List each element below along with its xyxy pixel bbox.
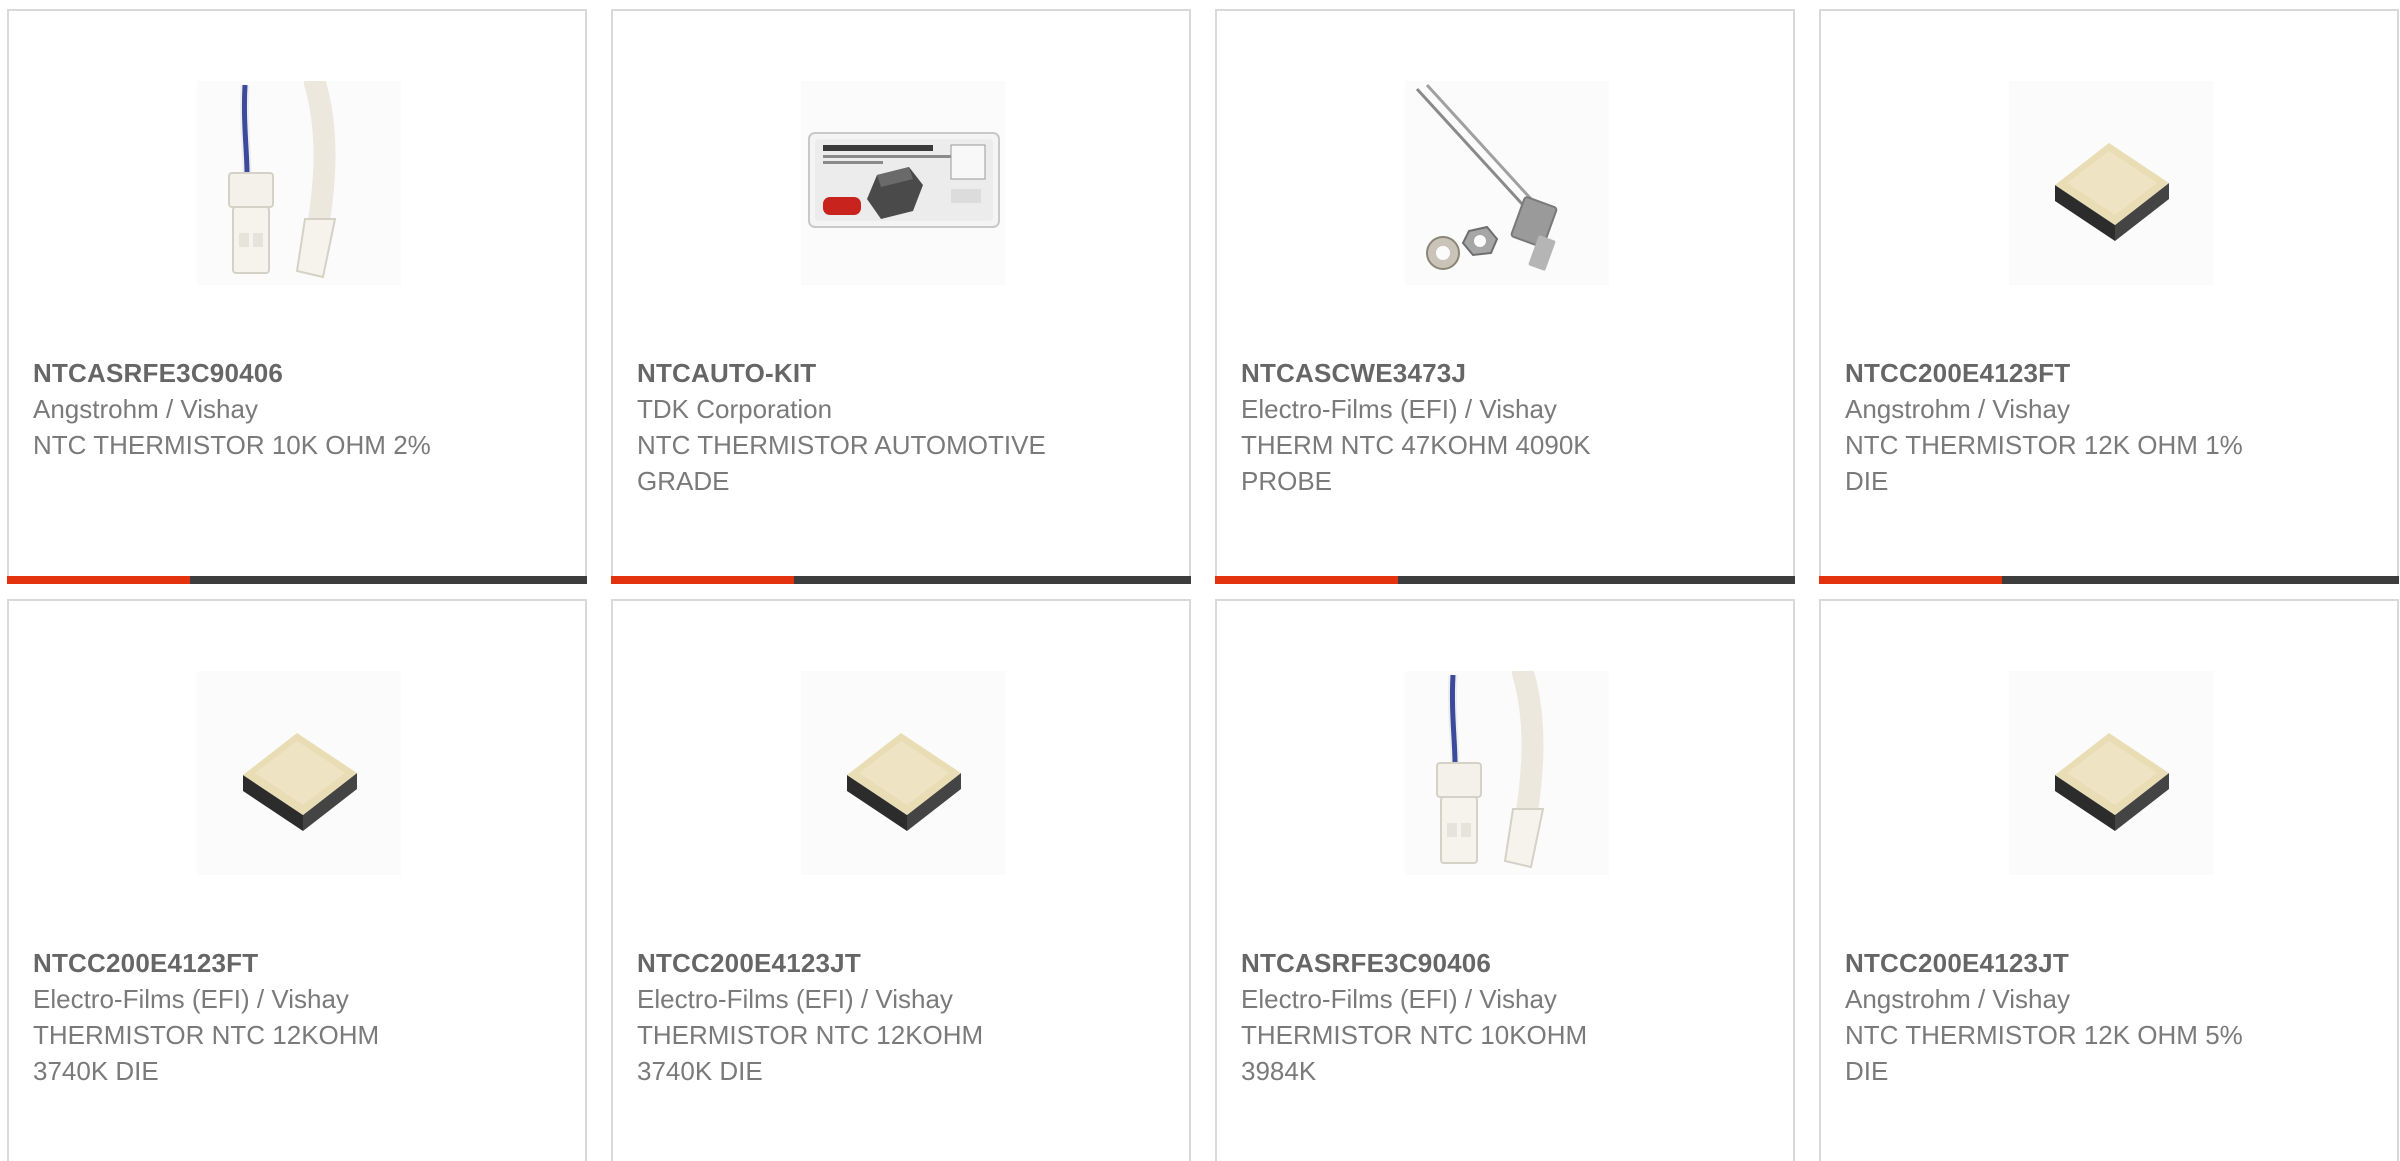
manufacturer: Angstrohm / Vishay [1845, 394, 2070, 424]
part-number[interactable]: NTCC200E4123FT [1845, 355, 2377, 391]
product-description: NTC THERMISTOR 10K OHM 2% [33, 430, 431, 460]
product-description: THERMISTOR NTC 10KOHM 3984K [1241, 1020, 1588, 1086]
product-card[interactable]: NTCC200E4123JT Electro-Films (EFI) / Vis… [611, 599, 1191, 1161]
product-image[interactable] [801, 81, 1005, 285]
manufacturer: Angstrohm / Vishay [1845, 984, 2070, 1014]
die-chip-image [2055, 733, 2169, 831]
card-bottom-bar [1215, 576, 1795, 584]
product-image[interactable] [1405, 671, 1609, 875]
product-description: THERM NTC 47KOHM 4090K PROBE [1241, 430, 1591, 496]
card-accent-bar [1215, 576, 1398, 584]
card-bottom-bar [7, 576, 587, 584]
part-number[interactable]: NTCAUTO-KIT [637, 355, 1169, 391]
part-number[interactable]: NTCC200E4123JT [1845, 945, 2377, 981]
manufacturer: Angstrohm / Vishay [33, 394, 258, 424]
cable-connector-probe-image [228, 81, 337, 279]
product-description: THERMISTOR NTC 12KOHM 3740K DIE [637, 1020, 984, 1086]
kit-box-image [808, 132, 1000, 228]
cable-connector-probe-image [1436, 671, 1545, 869]
manufacturer: Electro-Films (EFI) / Vishay [1241, 394, 1557, 424]
card-accent-bar [611, 576, 794, 584]
product-card[interactable]: NTCASCWE3473J Electro-Films (EFI) / Vish… [1215, 9, 1795, 584]
product-description: NTC THERMISTOR 12K OHM 1% DIE [1845, 430, 2243, 496]
card-accent-bar [7, 576, 190, 584]
die-chip-image [243, 733, 357, 831]
product-description: THERMISTOR NTC 12KOHM 3740K DIE [33, 1020, 380, 1086]
screw-probe-image [1415, 83, 1558, 271]
product-image[interactable] [801, 671, 1005, 875]
card-bottom-bar [611, 576, 1191, 584]
card-accent-bar [1819, 576, 2002, 584]
product-image[interactable] [2009, 671, 2213, 875]
product-card[interactable]: NTCC200E4123FT Electro-Films (EFI) / Vis… [7, 599, 587, 1161]
manufacturer: TDK Corporation [637, 394, 833, 424]
product-image[interactable] [197, 671, 401, 875]
product-card[interactable]: NTCC200E4123FT Angstrohm / Vishay NTC TH… [1819, 9, 2399, 584]
part-number[interactable]: NTCASRFE3C90406 [33, 355, 565, 391]
product-description: NTC THERMISTOR AUTOMOTIVE GRADE [637, 430, 1046, 496]
product-card[interactable]: NTCAUTO-KIT TDK Corporation NTC THERMIST… [611, 9, 1191, 584]
product-image[interactable] [197, 81, 401, 285]
manufacturer: Electro-Films (EFI) / Vishay [1241, 984, 1557, 1014]
product-card[interactable]: NTCASRFE3C90406 Electro-Films (EFI) / Vi… [1215, 599, 1795, 1161]
part-number[interactable]: NTCC200E4123JT [637, 945, 1169, 981]
product-description: NTC THERMISTOR 12K OHM 5% DIE [1845, 1020, 2243, 1086]
product-card[interactable]: NTCASRFE3C90406 Angstrohm / Vishay NTC T… [7, 9, 587, 584]
product-image[interactable] [2009, 81, 2213, 285]
card-bottom-bar [1819, 576, 2399, 584]
manufacturer: Electro-Films (EFI) / Vishay [637, 984, 953, 1014]
manufacturer: Electro-Films (EFI) / Vishay [33, 984, 349, 1014]
part-number[interactable]: NTCC200E4123FT [33, 945, 565, 981]
part-number[interactable]: NTCASRFE3C90406 [1241, 945, 1773, 981]
product-card[interactable]: NTCC200E4123JT Angstrohm / Vishay NTC TH… [1819, 599, 2399, 1161]
die-chip-image [2055, 143, 2169, 241]
product-image[interactable] [1405, 81, 1609, 285]
die-chip-image [847, 733, 961, 831]
part-number[interactable]: NTCASCWE3473J [1241, 355, 1773, 391]
